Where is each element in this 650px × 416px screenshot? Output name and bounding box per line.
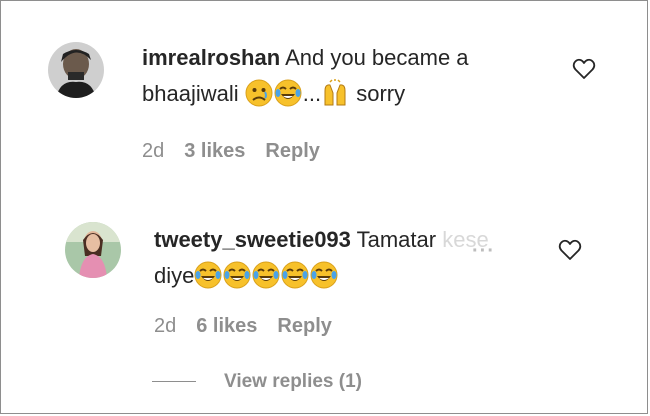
username[interactable]: imrealroshan xyxy=(142,45,280,70)
tears-of-joy-emoji-icon xyxy=(194,261,222,289)
avatar[interactable] xyxy=(65,222,121,278)
more-options-icon[interactable]: ··· xyxy=(472,240,495,263)
comment-text: tweety_sweetie093 Tamatar kese diye xyxy=(154,222,574,294)
raised-hands-emoji-icon xyxy=(321,79,349,107)
like-heart-icon[interactable] xyxy=(558,239,582,261)
avatar[interactable] xyxy=(48,42,104,98)
reply-button[interactable]: Reply xyxy=(277,315,331,337)
username[interactable]: tweety_sweetie093 xyxy=(154,227,351,252)
comment-body-end: sorry xyxy=(356,81,406,106)
likes-count[interactable]: 3 likes xyxy=(184,140,245,162)
likes-count[interactable]: 6 likes xyxy=(196,315,257,337)
comment-meta: 2d 6 likes Reply xyxy=(154,315,352,338)
comment-timestamp: 2d xyxy=(154,315,177,337)
comment-body-line2: bhaajiwali xyxy=(142,81,239,106)
comment-body-line2: diye xyxy=(154,263,195,288)
view-replies-label[interactable]: View replies (1) xyxy=(224,371,362,392)
comment-timestamp: 2d xyxy=(142,140,165,162)
tears-of-joy-emoji-icon xyxy=(223,261,251,289)
comment-body-line1: And you became a xyxy=(285,45,469,70)
comment-meta: 2d 3 likes Reply xyxy=(142,140,340,163)
tears-of-joy-emoji-icon xyxy=(274,79,302,107)
like-heart-icon[interactable] xyxy=(572,58,596,80)
reply-button[interactable]: Reply xyxy=(265,140,319,162)
view-replies-button[interactable]: View replies (1) xyxy=(152,371,362,393)
comment-text: imrealroshan And you became a bhaajiwali… xyxy=(142,40,562,112)
sad-face-emoji-icon xyxy=(245,79,273,107)
replies-divider xyxy=(152,381,196,383)
tears-of-joy-emoji-icon xyxy=(252,261,280,289)
tears-of-joy-emoji-icon xyxy=(281,261,309,289)
comment-body-line1: Tamatar xyxy=(356,227,437,252)
tears-of-joy-emoji-icon xyxy=(310,261,338,289)
ellipsis-text: ... xyxy=(302,81,322,106)
